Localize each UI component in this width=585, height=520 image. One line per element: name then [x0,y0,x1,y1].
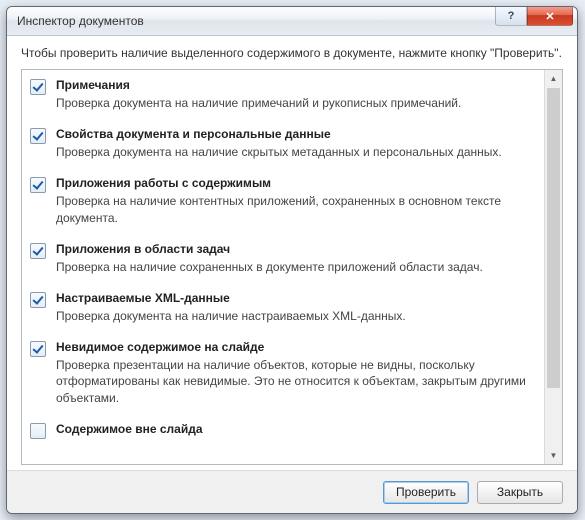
item-title: Настраиваемые XML-данные [56,291,536,305]
inspect-button[interactable]: Проверить [383,481,469,504]
window-close-button[interactable]: ✕ [527,7,573,26]
item-description: Проверка документа на наличие скрытых ме… [56,144,536,160]
scroll-up-button[interactable]: ▲ [545,70,562,87]
item-description: Проверка на наличие контентных приложени… [56,193,536,225]
list-item: Невидимое содержимое на слайде Проверка п… [30,340,540,406]
help-button[interactable]: ? [495,7,527,26]
inspection-list: Примечания Проверка документа на наличие … [21,69,563,465]
window-buttons: ? ✕ [495,7,573,26]
item-text: Невидимое содержимое на слайде Проверка п… [56,340,540,406]
item-text: Приложения работы с содержимым Проверка н… [56,176,540,225]
list-item: Приложения работы с содержимым Проверка н… [30,176,540,225]
list-item: Свойства документа и персональные данные… [30,127,540,160]
list-item: Содержимое вне слайда [30,422,540,439]
checkbox[interactable] [30,79,46,95]
item-title: Содержимое вне слайда [56,422,536,436]
list-item: Примечания Проверка документа на наличие … [30,78,540,111]
scroll-down-button[interactable]: ▼ [545,447,562,464]
item-text: Примечания Проверка документа на наличие … [56,78,540,111]
dialog-footer: Проверить Закрыть [7,470,577,513]
checkbox[interactable] [30,341,46,357]
item-text: Приложения в области задач Проверка на на… [56,242,540,275]
item-description: Проверка документа на наличие примечаний… [56,95,536,111]
item-description: Проверка документа на наличие настраивае… [56,308,536,324]
list-content: Примечания Проверка документа на наличие … [22,70,544,464]
vertical-scrollbar[interactable]: ▲ ▼ [544,70,562,464]
item-title: Приложения работы с содержимым [56,176,536,190]
list-item: Настраиваемые XML-данные Проверка докумен… [30,291,540,324]
item-title: Приложения в области задач [56,242,536,256]
checkbox[interactable] [30,128,46,144]
close-button[interactable]: Закрыть [477,481,563,504]
checkbox[interactable] [30,243,46,259]
checkbox[interactable] [30,292,46,308]
item-title: Примечания [56,78,536,92]
instruction-text: Чтобы проверить наличие выделенного соде… [7,36,577,70]
item-text: Настраиваемые XML-данные Проверка докумен… [56,291,540,324]
scroll-thumb[interactable] [547,88,560,388]
titlebar[interactable]: Инспектор документов ? ✕ [7,7,577,36]
item-title: Невидимое содержимое на слайде [56,340,536,354]
item-description: Проверка на наличие сохраненных в докуме… [56,259,536,275]
checkbox[interactable] [30,177,46,193]
list-item: Приложения в области задач Проверка на на… [30,242,540,275]
window-title: Инспектор документов [17,14,495,28]
item-text: Содержимое вне слайда [56,422,540,439]
item-title: Свойства документа и персональные данные [56,127,536,141]
dialog-window: Инспектор документов ? ✕ Чтобы проверить… [6,6,578,514]
item-description: Проверка презентации на наличие объектов… [56,357,536,406]
item-text: Свойства документа и персональные данные… [56,127,540,160]
checkbox[interactable] [30,423,46,439]
